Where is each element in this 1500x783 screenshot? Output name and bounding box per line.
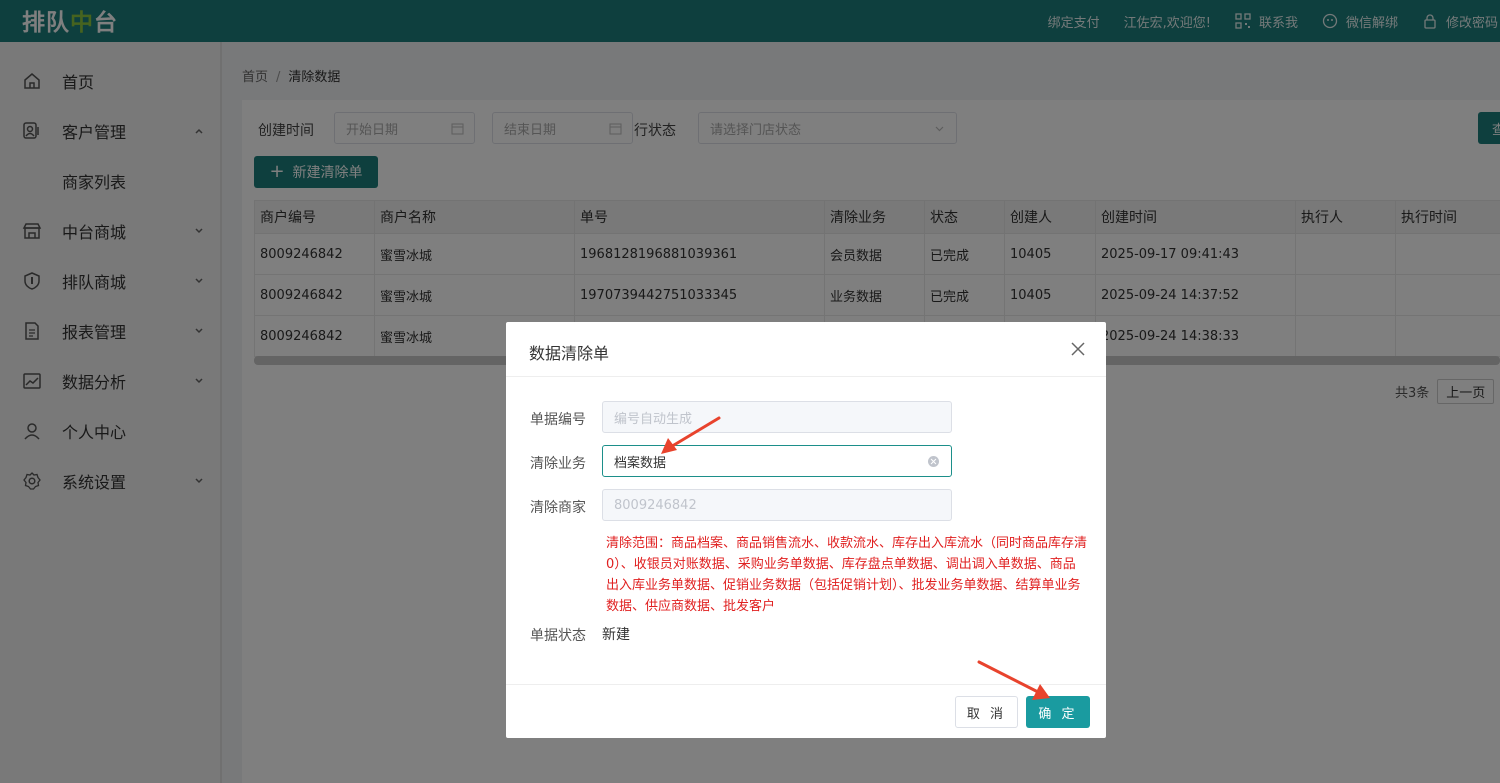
clear-merchant-input[interactable]: 8009246842 xyxy=(602,489,952,521)
clear-selection-icon[interactable] xyxy=(928,456,939,467)
clear-merchant-label: 清除商家 xyxy=(530,500,586,516)
clear-merchant-value: 8009246842 xyxy=(614,497,697,513)
dialog-title: 数据清除单 xyxy=(529,344,610,363)
close-icon[interactable] xyxy=(1070,341,1086,357)
clear-order-dialog: 数据清除单 单据编号 编号自动生成 清除业务 档案数据 清除商家 8009246… xyxy=(506,322,1106,738)
dialog-footer-divider xyxy=(506,684,1106,685)
doc-status-value: 新建 xyxy=(602,627,630,643)
doc-status-label: 单据状态 xyxy=(530,628,586,644)
clear-scope-notice: 清除范围：商品档案、商品销售流水、收款流水、库存出入库流水（同时商品库存清0）、… xyxy=(606,536,1088,614)
clear-business-label: 清除业务 xyxy=(530,456,586,472)
doc-no-placeholder: 编号自动生成 xyxy=(614,411,693,427)
clear-business-select[interactable]: 档案数据 xyxy=(602,445,952,477)
dialog-header: 数据清除单 xyxy=(506,322,1106,377)
doc-no-label: 单据编号 xyxy=(530,412,586,428)
clear-business-value: 档案数据 xyxy=(614,455,667,471)
cancel-label: 取 消 xyxy=(966,706,1007,722)
confirm-label: 确 定 xyxy=(1038,706,1078,722)
doc-no-input[interactable]: 编号自动生成 xyxy=(602,401,952,433)
confirm-button[interactable]: 确 定 xyxy=(1026,696,1090,728)
cancel-button[interactable]: 取 消 xyxy=(955,696,1018,728)
